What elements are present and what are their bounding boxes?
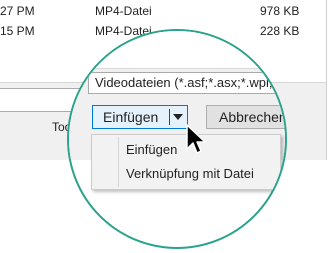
insert-button-label: Einfügen [103, 109, 159, 125]
insert-split-button[interactable]: Einfügen [92, 105, 188, 129]
menu-item-label: Verknüpfung mit Datei [126, 166, 254, 181]
file-type-filter-value: Videodateien (*.asf;*.asx;*.wpl; [95, 75, 273, 90]
file-modified-time: 15 PM [0, 24, 35, 38]
window-edge [326, 0, 332, 160]
cancel-button-label: Abbrechen [219, 109, 287, 125]
cancel-button[interactable]: Abbrechen [206, 105, 287, 129]
file-row[interactable]: 27 PM MP4-Datei 978 KB [0, 2, 326, 22]
file-type-filter-select[interactable]: Videodateien (*.asf;*.asx;*.wpl; ▼ [88, 72, 285, 94]
magnified-file-list [69, 31, 285, 69]
mouse-pointer-icon [186, 124, 206, 154]
dropdown-arrow-icon[interactable] [173, 114, 183, 120]
magnifier-circle: Videodateien (*.asf;*.asx;*.wpl; ▼ Einfü… [67, 29, 287, 249]
menu-item-label: Einfügen [126, 142, 178, 157]
file-type: MP4-Datei [95, 4, 152, 18]
file-modified-time: 27 PM [0, 4, 35, 18]
split-divider [169, 109, 170, 125]
magnified-view: Videodateien (*.asf;*.asx;*.wpl; ▼ Einfü… [69, 31, 287, 247]
menu-item-insert-as-link[interactable]: Verknüpfung mit Datei [92, 162, 280, 186]
file-size: 978 KB [260, 4, 300, 18]
